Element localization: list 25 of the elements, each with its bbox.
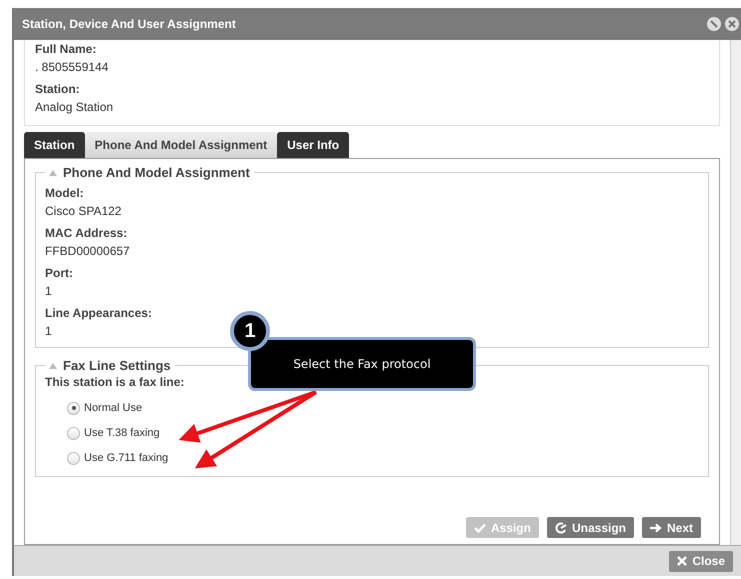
field-value: 1 <box>45 283 52 300</box>
field-label: Port: <box>45 265 73 282</box>
section-title: Phone And Model Assignment <box>63 165 250 180</box>
field-value: Analog Station <box>35 99 114 116</box>
window-title: Station, Device And User Assignment <box>22 17 237 31</box>
action-button[interactable]: Unassign <box>546 517 634 538</box>
field-label: Full Name: <box>35 41 96 58</box>
field-value: . 8505559144 <box>35 59 108 76</box>
radio-label[interactable]: Use G.711 faxing <box>84 450 168 466</box>
tab[interactable]: Station <box>24 132 85 158</box>
field-value: Cisco SPA122 <box>45 203 122 220</box>
field-label: Station: <box>35 81 80 98</box>
action-button[interactable]: Next <box>642 517 701 538</box>
prompt-text: This station is a fax line: <box>45 374 184 391</box>
tab[interactable]: User Info <box>277 132 350 158</box>
field-value: 1 <box>45 323 52 340</box>
callout-text: Select the Fax protocol <box>293 357 431 371</box>
radio-label[interactable]: Use T.38 faxing <box>84 425 160 441</box>
field-value: FFBD00000657 <box>45 243 130 260</box>
field-label: Model: <box>45 185 84 202</box>
tab[interactable]: Phone And Model Assignment <box>84 132 278 158</box>
section-title: Fax Line Settings <box>63 358 171 373</box>
field-label: Line Appearances: <box>45 305 152 322</box>
radio-label[interactable]: Normal Use <box>84 400 142 416</box>
field-label: MAC Address: <box>45 225 128 242</box>
